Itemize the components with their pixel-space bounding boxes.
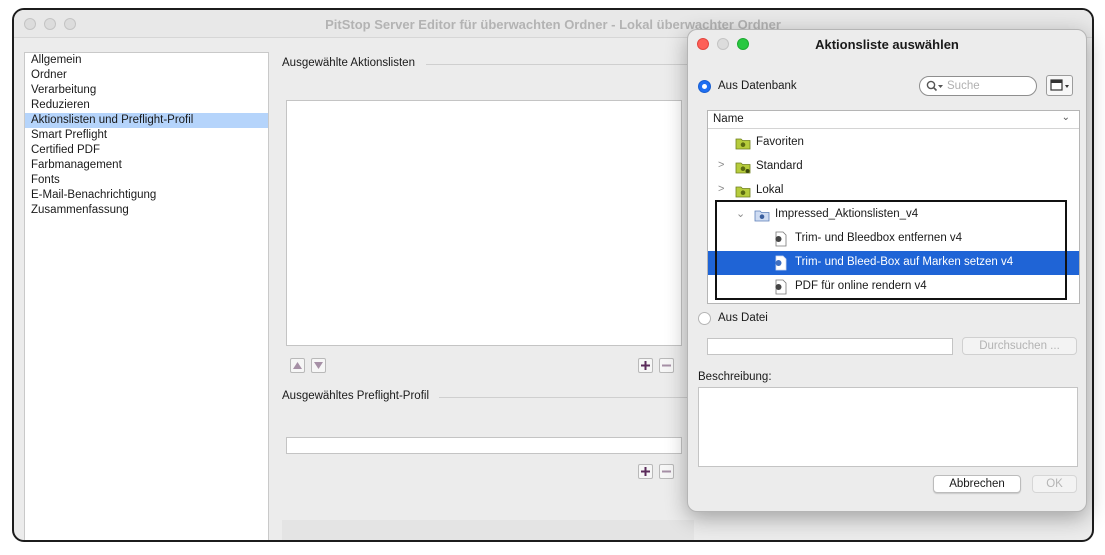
action-list-icon [775,231,787,247]
remove-preflight-profile-button[interactable] [659,464,674,479]
calendar-icon [1050,79,1069,91]
nav-item-aktionslisten[interactable]: Aktionslisten und Preflight-Profil [25,113,268,128]
chevron-down-icon[interactable]: ⌄ [1062,112,1070,123]
file-path-field[interactable] [707,338,953,355]
action-list-icon [775,279,787,295]
tree-item-standard[interactable]: > Standard [708,155,1079,179]
tree-item-label: Standard [756,160,803,172]
search-icon [926,80,943,92]
date-filter-button[interactable] [1046,75,1073,96]
from-file-label: Aus Datei [718,312,768,324]
chevron-right-icon[interactable]: > [718,183,724,195]
selected-action-lists-title: Ausgewählte Aktionslisten [282,57,415,69]
cancel-button[interactable]: Abbrechen [933,475,1021,493]
chevron-right-icon[interactable]: > [718,159,724,171]
bottom-pane [282,520,694,540]
nav-item-email[interactable]: E-Mail-Benachrichtigung [25,188,268,203]
browse-button[interactable]: Durchsuchen ... [962,337,1077,355]
nav-item-farbmanagement[interactable]: Farbmanagement [25,158,268,173]
minus-icon [662,470,671,473]
nav-item-verarbeitung[interactable]: Verarbeitung [25,83,268,98]
description-label: Beschreibung: [698,371,772,383]
nav-item-fonts[interactable]: Fonts [25,173,268,188]
name-column-label: Name [713,113,744,125]
minus-icon [662,364,671,367]
tree-item-render-online[interactable]: PDF für online rendern v4 [708,275,1079,299]
tree-column-header[interactable]: Name ⌄ [708,111,1079,129]
section-divider [439,397,694,398]
tree-item-label: Impressed_Aktionslisten_v4 [775,208,919,220]
folder-icon [735,138,751,150]
plus-icon [641,361,650,370]
preflight-profile-field[interactable] [286,437,682,454]
ok-button[interactable]: OK [1032,475,1077,493]
from-file-radio[interactable] [698,312,711,325]
settings-category-list: Allgemein Ordner Verarbeitung Reduzieren… [24,52,269,540]
dialog-titlebar: Aktionsliste auswählen [688,30,1086,58]
nav-item-smart-preflight[interactable]: Smart Preflight [25,128,268,143]
tree-item-label: Favoriten [756,136,804,148]
tree-item-label: Trim- und Bleedbox entfernen v4 [795,232,963,244]
folder-icon [754,210,770,222]
action-list-icon [775,255,787,271]
section-divider [426,64,694,65]
selected-action-lists-box[interactable] [286,100,682,346]
tree-item-lokal[interactable]: > Lokal [708,179,1079,203]
description-box [698,387,1078,467]
move-down-button[interactable] [311,358,326,373]
tree-item-label: PDF für online rendern v4 [795,280,927,292]
tree-item-impressed-folder[interactable]: ⌄ Impressed_Aktionslisten_v4 [708,203,1079,227]
folder-icon [735,186,751,198]
nav-item-certified-pdf[interactable]: Certified PDF [25,143,268,158]
plus-icon [641,467,650,476]
folder-icon [735,162,751,174]
arrow-down-icon [314,362,323,369]
add-action-list-button[interactable] [638,358,653,373]
add-preflight-profile-button[interactable] [638,464,653,479]
from-database-radio[interactable] [698,80,711,93]
tree-item-favoriten[interactable]: Favoriten [708,131,1079,155]
nav-item-reduzieren[interactable]: Reduzieren [25,98,268,113]
tree-item-remove-boxes[interactable]: Trim- und Bleedbox entfernen v4 [708,227,1079,251]
move-up-button[interactable] [290,358,305,373]
tree-item-label: Trim- und Bleed-Box auf Marken setzen v4 [795,256,1014,268]
chevron-down-icon[interactable]: ⌄ [736,207,745,220]
selected-preflight-profile-title: Ausgewähltes Preflight-Profil [282,390,430,402]
search-placeholder: Suche [947,80,980,92]
tree-item-set-boxes[interactable]: Trim- und Bleed-Box auf Marken setzen v4 [708,251,1079,275]
nav-item-ordner[interactable]: Ordner [25,68,268,83]
select-action-list-dialog: Aktionsliste auswählen Aus Datenbank Suc… [687,29,1087,512]
arrow-up-icon [293,362,302,369]
nav-item-allgemein[interactable]: Allgemein [25,53,268,68]
tree-item-label: Lokal [756,184,784,196]
search-input[interactable]: Suche [919,76,1037,96]
from-database-label: Aus Datenbank [718,80,797,92]
remove-action-list-button[interactable] [659,358,674,373]
dialog-title: Aktionsliste auswählen [815,37,959,52]
action-list-tree[interactable]: Name ⌄ Favoriten > Standard > Lokal ⌄ Im… [707,110,1080,304]
nav-item-zusammenfassung[interactable]: Zusammenfassung [25,203,268,218]
